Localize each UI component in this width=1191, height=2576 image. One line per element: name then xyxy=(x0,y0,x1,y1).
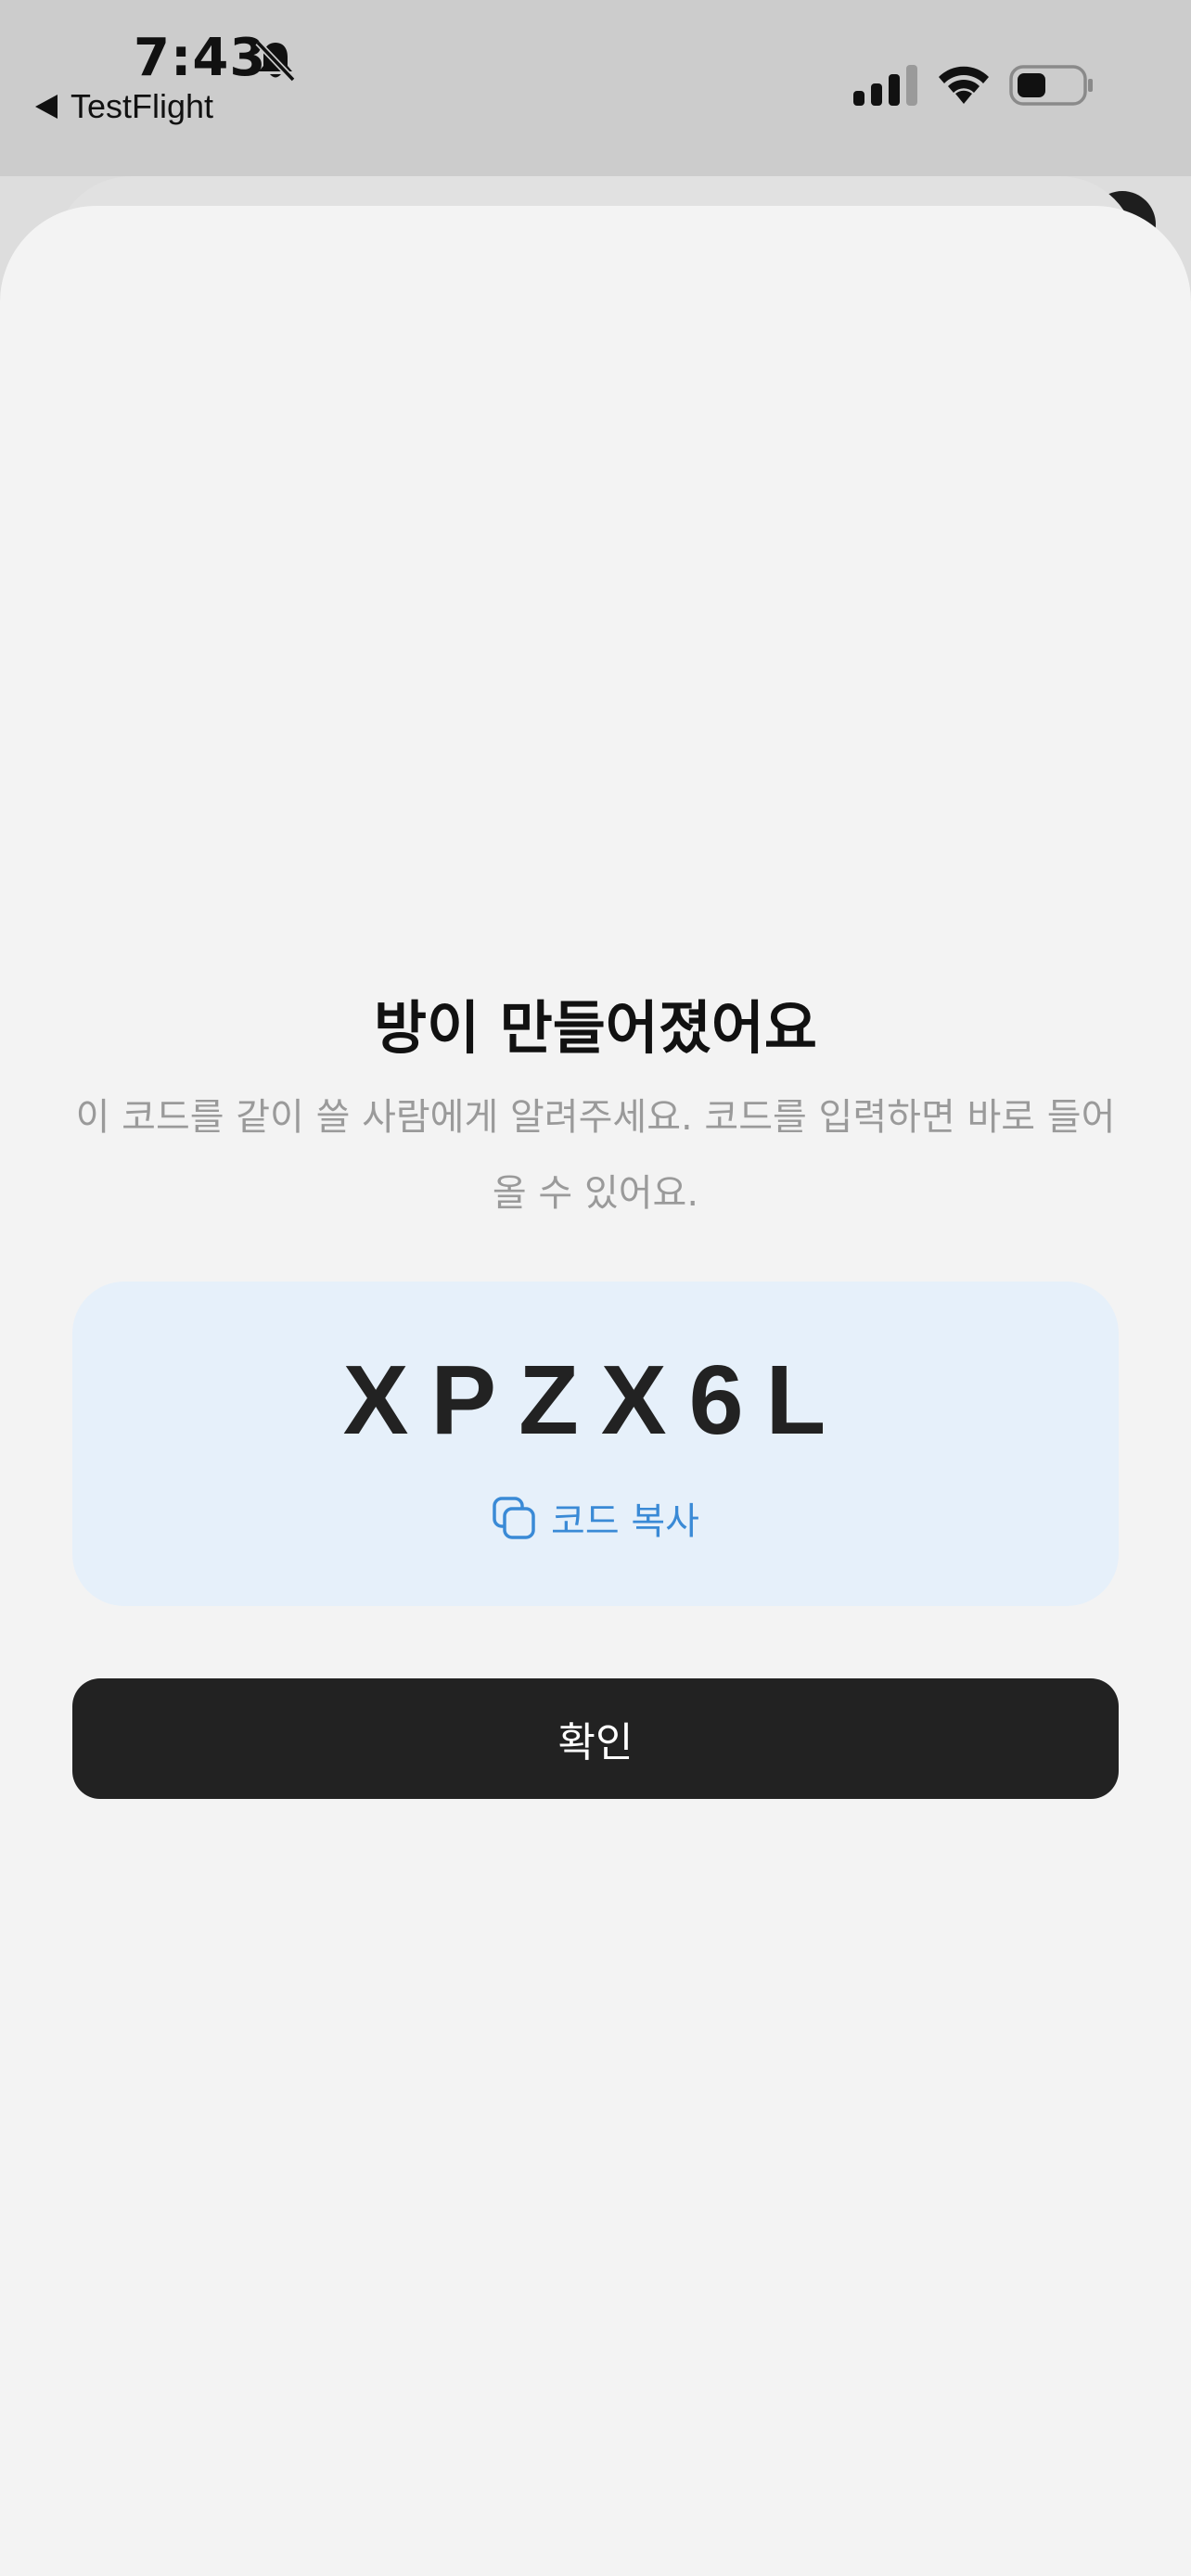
confirm-label: 확인 xyxy=(557,1719,634,1766)
confirm-button[interactable]: 확인 xyxy=(72,1678,1119,1799)
back-app-label: TestFlight xyxy=(70,87,214,125)
bell-slash-icon xyxy=(255,40,296,83)
screen: 7:43 TestFlight 방이 만들어졌어요 이 코드를 같이 쓸 사람에… xyxy=(0,0,1191,2576)
room-code-card: XPZX6L 코드 복사 xyxy=(72,1282,1119,1606)
back-to-app-button[interactable]: TestFlight xyxy=(35,87,213,126)
copy-code-label: 코드 복사 xyxy=(551,1500,699,1543)
room-code: XPZX6L xyxy=(342,1345,849,1455)
copy-icon xyxy=(493,1497,535,1539)
back-triangle-icon xyxy=(35,95,58,119)
status-time: 7:43 xyxy=(134,28,267,88)
wifi-icon xyxy=(939,66,989,104)
sheet-subtitle: 이 코드를 같이 쓸 사람에게 알려주세요. 코드를 입력하면 바로 들어올 수… xyxy=(75,1096,1116,1215)
battery-icon xyxy=(1009,65,1093,106)
sheet-title: 방이 만들어졌어요 xyxy=(374,994,817,1062)
signal-icon xyxy=(853,65,917,106)
copy-code-button[interactable]: 코드 복사 xyxy=(72,1491,1119,1545)
